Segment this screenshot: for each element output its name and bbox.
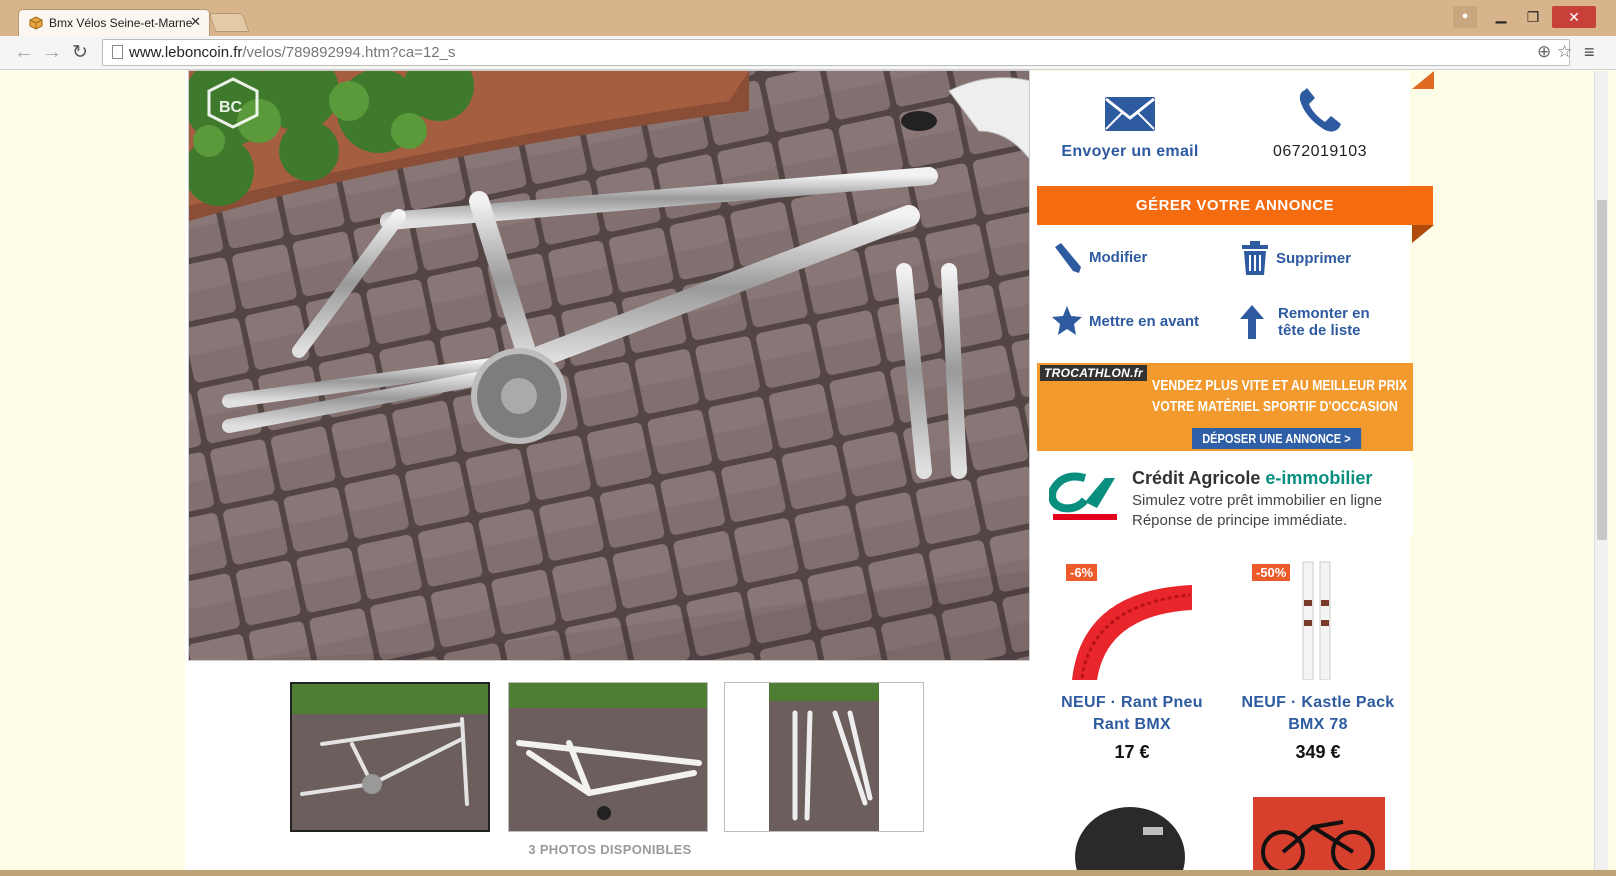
modify-label: Modifier <box>1089 248 1148 266</box>
photos-count-label: 3 PHOTOS DISPONIBLES <box>528 842 692 857</box>
thumbnail-1-image <box>292 684 488 830</box>
pencil-icon <box>1055 243 1081 273</box>
back-arrow-icon[interactable]: ← <box>14 41 34 64</box>
ca-title-accent: e-immobilier <box>1265 468 1373 488</box>
trocathlon-ad-banner[interactable]: TROCATHLON.fr VENDEZ PLUS VITE ET AU MEI… <box>1037 363 1413 451</box>
bump-label: Remonter en tête de liste <box>1278 305 1370 339</box>
orange-corner-decoration <box>1412 71 1434 89</box>
bmx-frame-photo: BC <box>189 71 1029 660</box>
url-path: /velos/789892994.htm?ca=12_s <box>242 44 456 61</box>
trocathlon-line2: VOTRE MATÉRIEL SPORTIF D'OCCASION <box>1152 398 1398 415</box>
star-icon <box>1052 306 1082 335</box>
credit-agricole-title: Crédit Agricole e-immobilier <box>1132 468 1372 489</box>
page-icon <box>112 45 123 59</box>
url-host: www.leboncoin.fr <box>129 44 243 61</box>
bump-label-line1: Remonter en <box>1278 305 1370 322</box>
bump-label-line2: tête de liste <box>1278 322 1361 339</box>
product-card[interactable]: -50% NEUF · Kastle Pack BMX 78 349 € <box>1228 560 1408 763</box>
thumbnail-1[interactable] <box>290 682 490 832</box>
os-taskbar <box>0 870 1616 876</box>
credit-agricole-logo <box>1049 472 1117 520</box>
product-name-line2: Rant BMX <box>1093 716 1171 733</box>
scrollbar-thumb[interactable] <box>1597 200 1607 540</box>
product-image-bmx-bike[interactable] <box>1253 797 1385 870</box>
product-image: -50% <box>1248 560 1388 681</box>
product-name-line1: NEUF · Rant Pneu <box>1061 694 1203 711</box>
modify-listing-button[interactable]: Modifier <box>1051 241 1147 273</box>
header-fold-decoration <box>1412 225 1434 243</box>
product-name-line1: NEUF · Kastle Pack <box>1241 694 1395 711</box>
favicon-icon <box>29 16 43 30</box>
close-window-icon[interactable]: ✕ <box>1552 6 1596 28</box>
promote-label: Mettre en avant <box>1089 312 1200 330</box>
browser-toolbar: ← → ↻ www.leboncoin.fr/velos/789892994.h… <box>0 36 1616 70</box>
product-name-line2: BMX 78 <box>1288 716 1348 733</box>
product-image: -6% <box>1062 560 1202 680</box>
user-profile-icon[interactable]: ● <box>1453 6 1477 28</box>
email-contact-label: Envoyer un email <box>1061 143 1199 160</box>
forward-arrow-icon[interactable]: → <box>42 41 62 64</box>
phone-icon <box>1299 88 1341 132</box>
maximize-icon[interactable]: ❐ <box>1518 6 1548 28</box>
product-name[interactable]: NEUF · Rant Pneu Rant BMX <box>1042 692 1222 736</box>
tab-title: Bmx Vélos Seine-et-Marne <box>49 16 193 30</box>
discount-badge: -50% <box>1252 564 1291 581</box>
browser-menu-icon[interactable]: ≡ <box>1584 42 1595 63</box>
ca-title-main: Crédit Agricole <box>1132 468 1266 488</box>
up-arrow-icon <box>1240 305 1264 339</box>
product-card[interactable]: -6% NEUF · Rant Pneu Rant BMX 17 € <box>1042 560 1222 763</box>
trocathlon-cta-button[interactable]: DÉPOSER UNE ANNONCE > <box>1192 428 1361 449</box>
product-price: 17 € <box>1114 742 1150 762</box>
discount-badge: -6% <box>1066 564 1098 581</box>
product-name[interactable]: NEUF · Kastle Pack BMX 78 <box>1228 692 1408 736</box>
tab-close-icon[interactable]: ✕ <box>190 14 201 30</box>
promote-listing-button[interactable]: Mettre en avant <box>1051 305 1199 337</box>
bump-listing-button[interactable]: Remonter en tête de liste <box>1240 305 1370 339</box>
svg-text:BC: BC <box>219 99 243 116</box>
new-tab-button[interactable] <box>208 13 250 32</box>
thumbnail-2[interactable] <box>508 682 708 832</box>
zoom-icon[interactable]: ⊕ <box>1537 42 1551 62</box>
browser-title-bar: Bmx Vélos Seine-et-Marne ✕ ● ▁ ❐ ✕ <box>0 0 1616 36</box>
phone-contact[interactable]: 0672019103 <box>1240 86 1400 161</box>
product-image-helmet[interactable] <box>1063 797 1197 870</box>
trash-icon <box>1242 241 1268 275</box>
delete-listing-button[interactable]: Supprimer <box>1240 241 1351 275</box>
trocathlon-logo: TROCATHLON.fr <box>1040 365 1147 381</box>
delete-label: Supprimer <box>1276 249 1352 267</box>
product-price: 349 € <box>1295 742 1341 762</box>
url-text[interactable]: www.leboncoin.fr/velos/789892994.htm?ca=… <box>129 44 455 61</box>
phone-number: 0672019103 <box>1273 143 1367 160</box>
bmx-bike-image <box>1253 797 1385 870</box>
manage-listing-header: GÉRER VOTRE ANNONCE <box>1037 186 1433 225</box>
email-contact-button[interactable]: Envoyer un email <box>1050 96 1210 161</box>
ca-line2: Réponse de principe immédiate. <box>1132 512 1348 529</box>
envelope-icon <box>1105 97 1155 131</box>
bookmark-star-icon[interactable]: ☆ <box>1557 42 1572 62</box>
helmet-image <box>1075 807 1185 870</box>
ca-line1: Simulez votre prêt immobilier en ligne <box>1132 492 1383 509</box>
browser-tab[interactable]: Bmx Vélos Seine-et-Marne ✕ <box>18 9 210 36</box>
reload-icon[interactable]: ↻ <box>72 41 88 64</box>
address-bar[interactable]: www.leboncoin.fr/velos/789892994.htm?ca=… <box>102 39 1572 66</box>
trocathlon-line1: VENDEZ PLUS VITE ET AU MEILLEUR PRIX <box>1152 377 1408 394</box>
main-listing-photo[interactable]: BC <box>188 70 1030 661</box>
thumbnail-3[interactable] <box>724 682 924 832</box>
thumbnail-2-image <box>509 683 707 831</box>
thumbnail-3-image <box>725 683 923 831</box>
credit-agricole-ad-banner[interactable]: Crédit Agricole e-immobilier Simulez vot… <box>1037 460 1413 536</box>
minimize-icon[interactable]: ▁ <box>1486 6 1516 28</box>
